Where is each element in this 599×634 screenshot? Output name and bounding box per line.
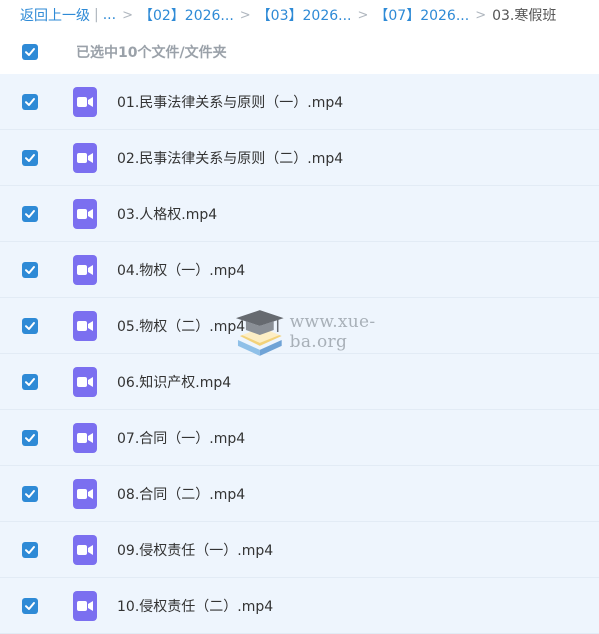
breadcrumb-separator: > xyxy=(239,7,251,23)
file-checkbox[interactable] xyxy=(22,429,38,446)
selection-count-label: 已选中10个文件/文件夹 xyxy=(76,45,227,61)
checkmark-icon xyxy=(25,321,35,330)
file-name[interactable]: 01.民事法律关系与原则（一）.mp4 xyxy=(117,92,343,112)
breadcrumb-item-1[interactable]: 【02】2026... xyxy=(139,5,234,25)
file-row[interactable]: 02.民事法律关系与原则（二）.mp4 xyxy=(0,130,599,186)
file-checkbox[interactable] xyxy=(22,93,38,110)
breadcrumb-separator: > xyxy=(475,7,487,23)
checkmark-icon xyxy=(25,377,35,386)
checkmark-icon xyxy=(25,433,35,442)
breadcrumb-pipe: | xyxy=(94,7,99,23)
file-row[interactable]: 01.民事法律关系与原则（一）.mp4 xyxy=(0,74,599,130)
video-file-icon xyxy=(73,142,97,173)
file-list: 01.民事法律关系与原则（一）.mp4 02.民事法律关系与原则（二）.mp4 03… xyxy=(0,74,599,634)
checkmark-icon xyxy=(25,545,35,554)
file-checkbox[interactable] xyxy=(22,317,38,334)
file-name[interactable]: 02.民事法律关系与原则（二）.mp4 xyxy=(117,148,343,168)
video-file-icon xyxy=(73,198,97,229)
file-name[interactable]: 09.侵权责任（一）.mp4 xyxy=(117,540,273,560)
file-name[interactable]: 10.侵权责任（二）.mp4 xyxy=(117,596,273,616)
video-file-icon xyxy=(73,422,97,453)
checkmark-icon xyxy=(25,489,35,498)
video-file-icon xyxy=(73,534,97,565)
file-name[interactable]: 05.物权（二）.mp4 xyxy=(117,316,245,336)
file-name[interactable]: 08.合同（二）.mp4 xyxy=(117,484,245,504)
file-checkbox[interactable] xyxy=(22,261,38,278)
breadcrumb-ellipsis[interactable]: ... xyxy=(103,7,116,23)
breadcrumb-separator: > xyxy=(357,7,369,23)
video-file-icon xyxy=(73,254,97,285)
checkmark-icon xyxy=(25,265,35,274)
checkmark-icon xyxy=(25,153,35,162)
file-checkbox[interactable] xyxy=(22,485,38,502)
file-row[interactable]: 06.知识产权.mp4 xyxy=(0,354,599,410)
file-name[interactable]: 07.合同（一）.mp4 xyxy=(117,428,245,448)
file-name[interactable]: 06.知识产权.mp4 xyxy=(117,372,231,392)
file-row[interactable]: 05.物权（二）.mp4 xyxy=(0,298,599,354)
breadcrumb-current: 03.寒假班 xyxy=(492,8,557,24)
file-row[interactable]: 04.物权（一）.mp4 xyxy=(0,242,599,298)
file-checkbox[interactable] xyxy=(22,541,38,558)
file-checkbox[interactable] xyxy=(22,597,38,614)
video-file-icon xyxy=(73,310,97,341)
file-row[interactable]: 09.侵权责任（一）.mp4 xyxy=(0,522,599,578)
file-row[interactable]: 08.合同（二）.mp4 xyxy=(0,466,599,522)
file-row[interactable]: 10.侵权责任（二）.mp4 xyxy=(0,578,599,634)
file-checkbox[interactable] xyxy=(22,373,38,390)
select-all-bar: 已选中10个文件/文件夹 xyxy=(0,30,599,74)
file-checkbox[interactable] xyxy=(22,149,38,166)
file-row[interactable]: 03.人格权.mp4 xyxy=(0,186,599,242)
breadcrumb-separator: > xyxy=(122,7,133,23)
checkmark-icon xyxy=(25,48,35,56)
checkmark-icon xyxy=(25,97,35,106)
breadcrumb-item-2[interactable]: 【03】2026... xyxy=(257,5,352,25)
select-all-checkbox[interactable] xyxy=(22,44,38,60)
video-file-icon xyxy=(73,366,97,397)
breadcrumb-item-3[interactable]: 【07】2026... xyxy=(374,5,469,25)
file-name[interactable]: 03.人格权.mp4 xyxy=(117,204,217,224)
video-file-icon xyxy=(73,590,97,621)
video-file-icon xyxy=(73,478,97,509)
checkmark-icon xyxy=(25,601,35,610)
breadcrumb: 返回上一级 | ... > 【02】2026... > 【03】2026... … xyxy=(0,0,599,30)
file-name[interactable]: 04.物权（一）.mp4 xyxy=(117,260,245,280)
file-row[interactable]: 07.合同（一）.mp4 xyxy=(0,410,599,466)
file-checkbox[interactable] xyxy=(22,205,38,222)
video-file-icon xyxy=(73,86,97,117)
checkmark-icon xyxy=(25,209,35,218)
back-link[interactable]: 返回上一级 xyxy=(20,5,90,25)
